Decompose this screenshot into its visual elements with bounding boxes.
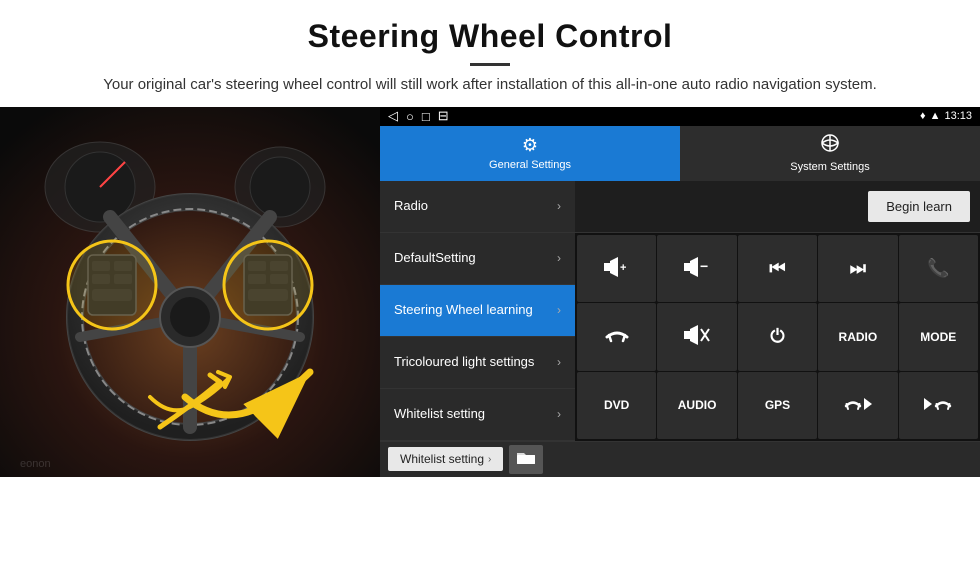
svg-text:eonon: eonon: [20, 458, 51, 470]
phone-next-icon: [924, 394, 952, 417]
right-panel: Begin learn +: [575, 181, 980, 441]
menu-item-whitelist[interactable]: Whitelist setting ›: [380, 389, 575, 441]
audio-label: AUDIO: [678, 398, 717, 412]
page-wrapper: Steering Wheel Control Your original car…: [0, 0, 980, 477]
hang-up-icon: [605, 325, 629, 348]
menu-item-whitelist-label: Whitelist setting: [394, 406, 557, 423]
folder-button[interactable]: [509, 445, 543, 474]
location-icon: ♦: [920, 110, 926, 122]
power-icon: ⏻: [770, 326, 784, 347]
phone-answer-button[interactable]: 📞: [899, 235, 978, 302]
page-header: Steering Wheel Control Your original car…: [0, 0, 980, 107]
radio-button[interactable]: RADIO: [818, 303, 897, 370]
power-button[interactable]: ⏻: [738, 303, 817, 370]
wifi-icon: ▲: [930, 110, 941, 122]
volume-up-button[interactable]: +: [577, 235, 656, 302]
chevron-right-icon: ›: [557, 251, 561, 265]
phone-answer-icon: 📞: [927, 258, 949, 279]
chevron-right-icon: ›: [557, 355, 561, 369]
tab-general[interactable]: ⚙ General Settings: [380, 126, 680, 181]
dvd-button[interactable]: DVD: [577, 372, 656, 439]
back-icon[interactable]: ◁: [388, 108, 398, 124]
title-divider: [470, 63, 510, 66]
svg-text:−: −: [700, 258, 708, 274]
car-background: eonon: [0, 107, 380, 477]
chevron-right-icon: ›: [557, 407, 561, 421]
phone-prev-button[interactable]: [818, 372, 897, 439]
prev-track-button[interactable]: ⏮: [738, 235, 817, 302]
chevron-right-icon: ›: [488, 454, 491, 465]
system-settings-icon: [820, 133, 840, 158]
menu-item-radio-label: Radio: [394, 198, 557, 215]
volume-down-button[interactable]: −: [657, 235, 736, 302]
nav-icons: ◁ ○ □ ⊟: [388, 108, 449, 124]
gps-label: GPS: [765, 398, 790, 412]
status-bar: ◁ ○ □ ⊟ ♦ ▲ 13:13: [380, 107, 980, 127]
general-settings-icon: ⚙: [522, 135, 538, 156]
begin-learn-row: Begin learn: [575, 181, 980, 233]
next-track-button[interactable]: ⏭: [818, 235, 897, 302]
phone-next-button[interactable]: [899, 372, 978, 439]
mute-button[interactable]: [657, 303, 736, 370]
volume-up-icon: +: [604, 257, 630, 280]
dvd-label: DVD: [604, 398, 629, 412]
whitelist-button[interactable]: Whitelist setting ›: [388, 447, 503, 471]
menu-item-steering-label: Steering Wheel learning: [394, 302, 557, 319]
audio-button[interactable]: AUDIO: [657, 372, 736, 439]
hang-up-button[interactable]: [577, 303, 656, 370]
clock: 13:13: [944, 110, 972, 122]
whitelist-label: Whitelist setting: [400, 452, 484, 466]
menu-item-radio[interactable]: Radio ›: [380, 181, 575, 233]
status-right: ♦ ▲ 13:13: [920, 110, 972, 122]
menu-item-tricoloured[interactable]: Tricoloured light settings ›: [380, 337, 575, 389]
svg-text:+: +: [620, 262, 626, 274]
mode-label: MODE: [920, 330, 956, 344]
tabs-row: ⚙ General Settings System Settings: [380, 126, 980, 181]
menu-list: Radio › DefaultSetting › Steering Wheel …: [380, 181, 575, 441]
page-subtitle: Your original car's steering wheel contr…: [100, 74, 880, 97]
recent-icon[interactable]: □: [422, 109, 430, 124]
volume-down-icon: −: [684, 257, 710, 280]
steering-wheel-svg: eonon: [0, 107, 380, 477]
page-title: Steering Wheel Control: [60, 18, 920, 55]
mute-icon: [684, 325, 710, 348]
tab-general-label: General Settings: [489, 159, 571, 171]
mode-button[interactable]: MODE: [899, 303, 978, 370]
bottom-bar: Whitelist setting ›: [380, 441, 980, 477]
next-track-icon: ⏭: [850, 258, 866, 279]
screenshot-icon[interactable]: ⊟: [438, 108, 449, 124]
home-icon[interactable]: ○: [406, 109, 414, 124]
chevron-right-icon: ›: [557, 303, 561, 317]
tab-system[interactable]: System Settings: [680, 126, 980, 181]
menu-item-default[interactable]: DefaultSetting ›: [380, 233, 575, 285]
radio-label: RADIO: [839, 330, 878, 344]
menu-item-default-label: DefaultSetting: [394, 250, 557, 267]
controls-grid: + −: [575, 233, 980, 441]
android-panel: ◁ ○ □ ⊟ ♦ ▲ 13:13 ⚙ General Settings: [380, 107, 980, 477]
chevron-right-icon: ›: [557, 199, 561, 213]
car-image-panel: eonon: [0, 107, 380, 477]
gps-button[interactable]: GPS: [738, 372, 817, 439]
content-area: Radio › DefaultSetting › Steering Wheel …: [380, 181, 980, 441]
prev-track-icon: ⏮: [769, 258, 785, 279]
phone-prev-icon: [844, 394, 872, 417]
menu-item-steering[interactable]: Steering Wheel learning ›: [380, 285, 575, 337]
menu-item-tricoloured-label: Tricoloured light settings: [394, 354, 557, 371]
begin-learn-button[interactable]: Begin learn: [868, 191, 970, 222]
tab-system-label: System Settings: [790, 161, 869, 173]
folder-icon: [517, 453, 535, 469]
main-content: eonon ◁ ○ □ ⊟ ♦ ▲ 13:13: [0, 107, 980, 477]
